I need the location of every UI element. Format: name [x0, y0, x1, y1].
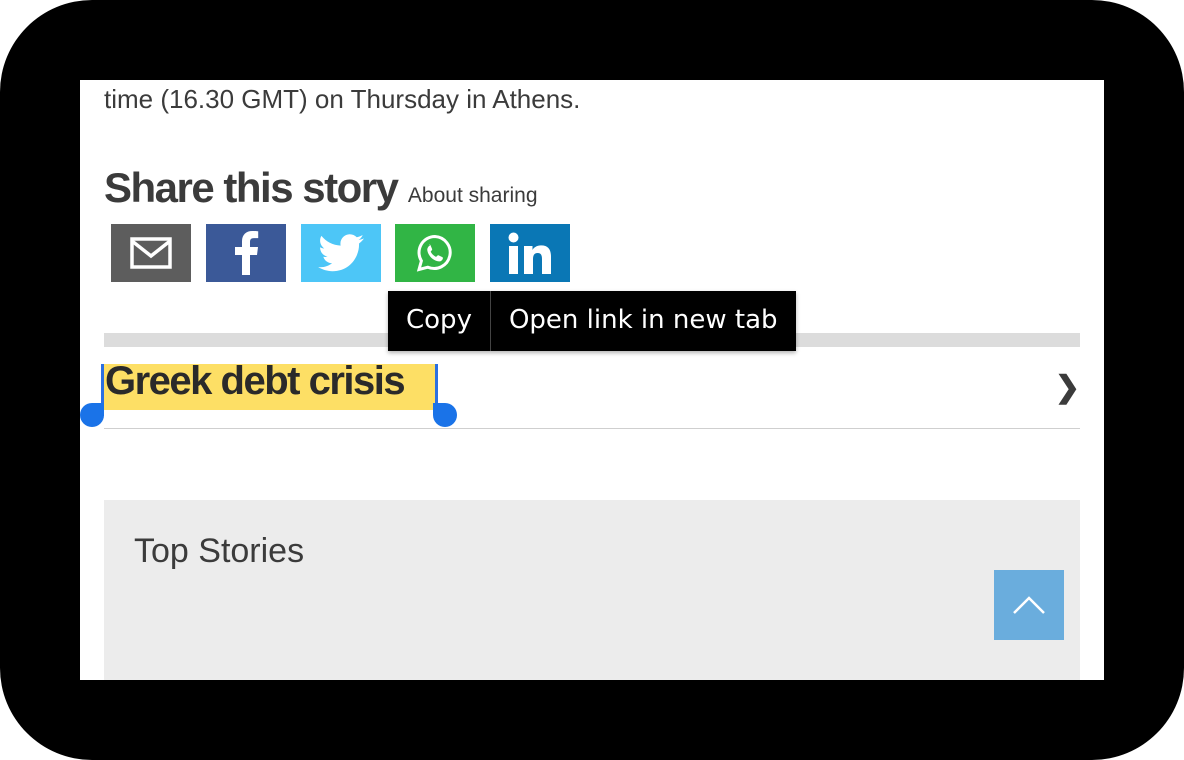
article-paragraph: time (16.30 GMT) on Thursday in Athens.: [104, 84, 581, 114]
chevron-up-icon: [1013, 596, 1045, 614]
back-to-top-button[interactable]: [994, 570, 1064, 640]
whatsapp-icon: [416, 234, 452, 272]
selection-handle-right[interactable]: [433, 403, 457, 427]
share-heading: Share this story About sharing: [104, 164, 538, 212]
topic-link-row[interactable]: Greek debt crisis ❯: [103, 348, 1080, 429]
about-sharing-link[interactable]: About sharing: [408, 184, 538, 207]
chevron-right-icon: ❯: [1054, 371, 1080, 404]
text-selection-context-menu: Copy Open link in new tab: [388, 291, 796, 351]
selection-handle-left[interactable]: [80, 403, 104, 427]
linkedin-icon: [508, 232, 551, 274]
facebook-icon: [235, 231, 259, 275]
share-email-button[interactable]: [111, 224, 191, 282]
menu-item-open-new-tab[interactable]: Open link in new tab: [491, 291, 796, 351]
menu-item-copy[interactable]: Copy: [388, 291, 490, 351]
twitter-icon: [318, 234, 364, 272]
device-frame: time (16.30 GMT) on Thursday in Athens. …: [0, 0, 1184, 760]
share-twitter-button[interactable]: [301, 224, 381, 282]
share-whatsapp-button[interactable]: [395, 224, 475, 282]
share-title: Share this story: [104, 164, 399, 211]
share-facebook-button[interactable]: [206, 224, 286, 282]
top-stories-title: Top Stories: [134, 532, 305, 570]
top-stories-section: Top Stories: [104, 500, 1080, 680]
share-linkedin-button[interactable]: [490, 224, 570, 282]
email-icon: [130, 237, 172, 269]
topic-link-label[interactable]: Greek debt crisis: [105, 359, 406, 404]
browser-viewport[interactable]: time (16.30 GMT) on Thursday in Athens. …: [80, 80, 1104, 680]
